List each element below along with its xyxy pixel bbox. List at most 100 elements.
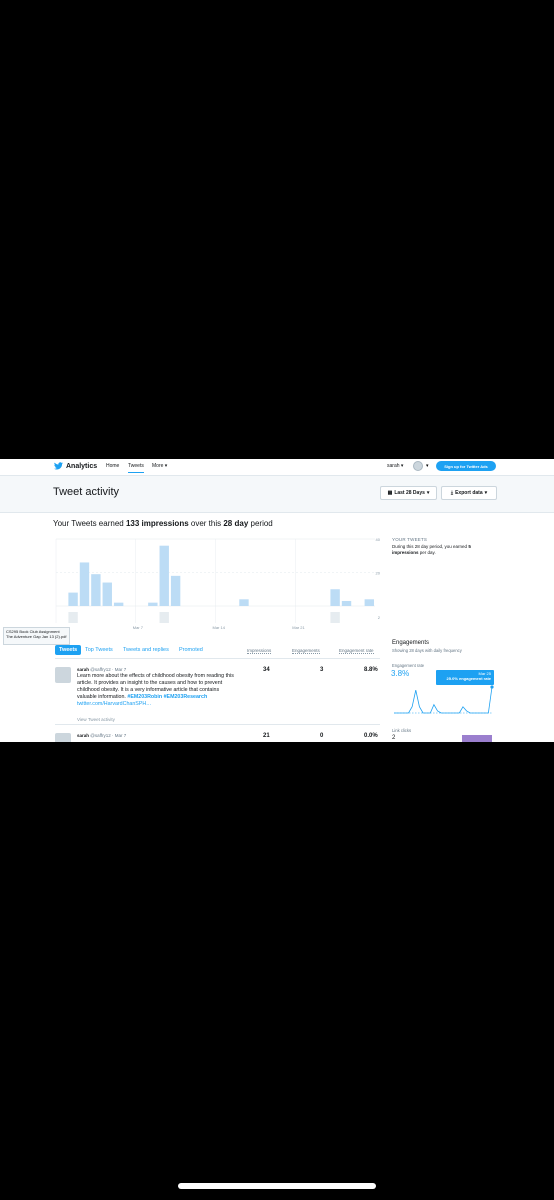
link-clicks-value: 2: [392, 735, 396, 741]
export-label: Export data: [455, 490, 483, 496]
y-tick-label: 20: [376, 571, 381, 576]
engagement-rate-label: Engagement rate: [392, 663, 425, 668]
divider: [55, 658, 380, 659]
nav-more-label: More: [152, 463, 164, 469]
chevron-down-icon: ▾: [426, 490, 430, 496]
tab-top-tweets[interactable]: Top Tweets: [85, 645, 113, 655]
tweet-meta: sarah @saffry12 · Mar 7: [77, 733, 126, 738]
tweet-author: sarah: [77, 733, 90, 738]
sparkline-point: [490, 685, 494, 689]
chevron-down-icon: ▾: [164, 463, 168, 469]
engagements-heading: Engagements: [392, 640, 430, 646]
export-data-button[interactable]: ⤓ Export data ▾: [441, 486, 497, 500]
col-engagement-rate[interactable]: Engagement rate: [339, 648, 374, 654]
file-tooltip: CS295 Book Club Assignment The Adventure…: [3, 627, 70, 645]
y-tick-label: 2: [378, 615, 381, 620]
impressions-bar: [239, 599, 249, 606]
link-clicks-label: Link clicks: [392, 728, 412, 733]
sparkline-line: [394, 686, 493, 714]
tooltip-value: 25.0% engagement rate: [446, 676, 491, 681]
home-indicator[interactable]: [178, 1183, 376, 1189]
nav-tweets[interactable]: Tweets: [128, 463, 144, 473]
nav-home[interactable]: Home: [106, 463, 119, 469]
impressions-bar: [170, 575, 181, 606]
tab-promoted[interactable]: Promoted: [179, 645, 203, 655]
tweet-handle: @saffry12 · Mar 7: [90, 667, 127, 672]
tweet-author: sarah: [77, 667, 90, 672]
date-range-button[interactable]: ▦ Last 28 Days ▾: [380, 486, 437, 500]
calendar-icon: ▦: [387, 490, 393, 496]
summary-impressions: 133 impressions: [125, 519, 189, 528]
secondary-bar: [68, 612, 78, 623]
impressions-bar: [159, 545, 169, 606]
avatar[interactable]: [413, 461, 423, 471]
chevron-down-icon: ▾: [400, 463, 404, 469]
hashtag-link[interactable]: #EM203Research: [164, 694, 208, 700]
brand-label: Analytics: [66, 462, 98, 470]
your-tweets-pre: During this 28 day period, you earned: [392, 544, 468, 549]
chevron-down-icon: ▾: [484, 490, 488, 496]
top-nav: Analytics Home Tweets More ▾ sarah ▾ ▾ S…: [0, 459, 554, 476]
download-icon: ⤓: [450, 490, 454, 496]
impressions-bar: [113, 602, 124, 606]
impressions-bar: [341, 600, 352, 606]
impressions-bar: [68, 592, 78, 606]
engagements-value: 0: [320, 733, 324, 739]
avatar: [55, 733, 71, 742]
impressions-chart: 40 20 2 Mar 7 Mar 14 Mar 21: [55, 537, 381, 630]
summary-prefix: Your Tweets earned: [53, 519, 124, 528]
secondary-bar: [330, 612, 340, 623]
hashtag-link[interactable]: #EM203Robin: [127, 694, 162, 700]
y-tick-label: 40: [376, 537, 381, 542]
x-tick-label: Mar 21: [292, 625, 305, 630]
table-row[interactable]: sarah @saffry12 · Mar 7 21 0 0.0%: [55, 733, 380, 742]
engagement-tooltip: Mar 25 25.0% engagement rate: [436, 670, 494, 685]
impressions-value: 21: [263, 733, 270, 739]
engagement-rate-value: 0.0%: [364, 733, 378, 739]
impressions-value: 34: [263, 667, 270, 673]
analytics-screen: Analytics Home Tweets More ▾ sarah ▾ ▾ S…: [0, 459, 554, 742]
impressions-bar: [102, 582, 112, 606]
x-tick-label: Mar 14: [213, 625, 226, 630]
engagements-value: 3: [320, 667, 324, 673]
summary-middle: over this: [190, 519, 222, 528]
table-row[interactable]: sarah @saffry12 · Mar 7 Learn more about…: [55, 667, 380, 723]
tweet-text: Learn more about the effects of childhoo…: [77, 673, 235, 708]
divider: [55, 724, 380, 725]
link-clicks-bar: [462, 735, 492, 742]
nav-more[interactable]: More ▾: [152, 463, 167, 469]
impressions-bar: [91, 574, 101, 606]
summary-suffix: period: [250, 519, 273, 528]
secondary-bar: [159, 612, 169, 623]
tweet-tabs: Tweets Top Tweets Tweets and replies Pro…: [55, 645, 380, 656]
impressions-bar: [148, 602, 158, 606]
x-tick-label: Mar 7: [133, 625, 144, 630]
sign-up-ads-button[interactable]: Sign up for Twitter Ads: [436, 461, 496, 471]
engagements-subtitle: Showing 28 days with daily frequency: [392, 648, 462, 653]
user-menu[interactable]: sarah ▾: [387, 463, 403, 469]
engagement-rate-value: 3.8%: [391, 669, 410, 678]
tab-tweets[interactable]: Tweets: [55, 645, 82, 655]
page-header: Tweet activity ▦ Last 28 Days ▾ ⤓ Export…: [0, 476, 554, 513]
your-tweets-post: per day.: [419, 550, 436, 555]
chevron-down-icon[interactable]: ▾: [426, 463, 429, 469]
col-engagements[interactable]: Engagements: [292, 648, 320, 654]
user-name: sarah: [387, 463, 400, 469]
your-tweets-heading: YOUR TWEETS: [392, 537, 428, 542]
impressions-bar: [364, 599, 374, 606]
url-link[interactable]: twitter.com/HarvardChanSPH…: [77, 701, 151, 707]
twitter-bird-icon: [54, 462, 63, 470]
impressions-summary: Your Tweets earned 133 impressions over …: [53, 519, 273, 528]
avatar: [55, 667, 71, 683]
analytics-brand[interactable]: Analytics: [54, 462, 97, 470]
view-tweet-activity-link[interactable]: View Tweet activity: [77, 717, 115, 722]
engagement-rate-value: 8.8%: [364, 667, 378, 673]
tweet-meta: sarah @saffry12 · Mar 7: [77, 667, 126, 672]
page-title: Tweet activity: [53, 486, 120, 498]
impressions-bar: [79, 562, 90, 606]
your-tweets-text: During this 28 day period, you earned 5 …: [392, 544, 497, 556]
col-impressions[interactable]: Impressions: [247, 648, 272, 654]
date-range-label: Last 28 Days: [394, 490, 425, 496]
tab-tweets-and-replies[interactable]: Tweets and replies: [123, 645, 169, 655]
engagement-sparkline: [394, 685, 494, 714]
